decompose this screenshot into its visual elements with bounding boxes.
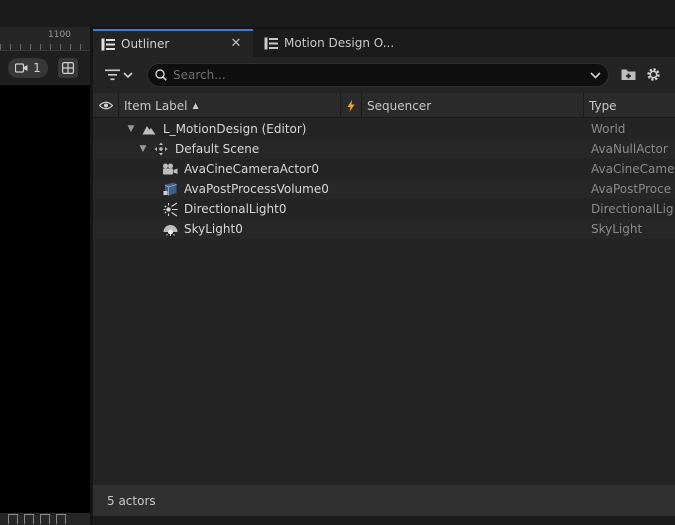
row-label: SkyLight0 bbox=[184, 222, 243, 236]
tab-outliner-label: Outliner bbox=[121, 37, 170, 51]
item-label-column-header[interactable]: Item Label ▲ bbox=[119, 93, 341, 118]
row-label: L_MotionDesign (Editor) bbox=[163, 122, 307, 136]
filter-icon bbox=[105, 69, 120, 81]
lightning-icon bbox=[347, 99, 355, 112]
row-label-wrap: AvaCineCameraActor0 bbox=[161, 159, 319, 179]
row-label-wrap: SkyLight0 bbox=[161, 219, 243, 239]
eye-icon bbox=[98, 101, 113, 110]
type-column-header[interactable]: Type bbox=[584, 93, 675, 118]
chevron-down-icon[interactable] bbox=[590, 71, 601, 79]
sequencer-column-header[interactable]: Sequencer bbox=[362, 93, 584, 118]
table-row[interactable]: DirectionalLight0 DirectionalLig bbox=[93, 199, 675, 219]
grid-layout-icon bbox=[62, 62, 74, 74]
table-row[interactable]: SkyLight0 SkyLight bbox=[93, 219, 675, 239]
row-label: AvaCineCameraActor0 bbox=[184, 162, 319, 176]
item-label-header-text: Item Label bbox=[124, 98, 188, 113]
panel-bottom-strip bbox=[93, 516, 675, 525]
row-label: AvaPostProcessVolume0 bbox=[184, 182, 329, 196]
status-bar: 5 actors bbox=[93, 485, 675, 516]
tab-outliner[interactable]: Outliner ✕ bbox=[93, 29, 253, 57]
tab-bar: Outliner ✕ Motion Design O... bbox=[93, 29, 675, 57]
frame-icon[interactable] bbox=[40, 514, 50, 524]
outliner-icon bbox=[264, 37, 278, 49]
ruler-label: 1100 bbox=[48, 30, 71, 40]
timeline-ruler[interactable]: 1100 bbox=[0, 27, 90, 51]
tab-motion-design-outliner[interactable]: Motion Design O... bbox=[256, 29, 396, 57]
camera-count: 1 bbox=[33, 61, 41, 75]
column-header: Item Label ▲ Sequencer Type bbox=[93, 93, 675, 118]
top-toolbar-strip bbox=[0, 0, 675, 27]
directional-light-icon bbox=[161, 199, 179, 219]
search-row bbox=[93, 57, 675, 93]
row-label-wrap: ▼ Default Scene bbox=[137, 139, 260, 159]
gear-icon[interactable] bbox=[646, 67, 661, 82]
row-type: SkyLight bbox=[591, 222, 643, 236]
close-icon[interactable] bbox=[24, 514, 34, 524]
chevron-down-icon bbox=[123, 71, 133, 78]
list-icon[interactable] bbox=[56, 514, 66, 524]
camera-icon bbox=[15, 63, 28, 73]
row-label: DirectionalLight0 bbox=[184, 202, 287, 216]
actor-count: 5 actors bbox=[107, 493, 156, 508]
viewport-bottom-bar bbox=[0, 513, 90, 525]
null-actor-icon bbox=[152, 139, 170, 159]
search-input[interactable] bbox=[173, 68, 590, 82]
outliner-icon bbox=[101, 38, 115, 50]
visibility-column-header[interactable] bbox=[93, 93, 119, 118]
search-box[interactable] bbox=[147, 63, 609, 87]
expand-arrow-icon[interactable]: ▼ bbox=[137, 139, 149, 159]
cine-camera-icon bbox=[161, 159, 179, 179]
close-tab-icon[interactable]: ✕ bbox=[229, 37, 243, 51]
row-label-wrap: ▼ L_MotionDesign (Editor) bbox=[125, 119, 307, 139]
viewport-layout-button[interactable] bbox=[58, 58, 78, 78]
type-header-text: Type bbox=[589, 98, 617, 113]
tab-motion-design-label: Motion Design O... bbox=[284, 36, 395, 50]
filter-button[interactable] bbox=[105, 67, 139, 83]
ruler-ticks bbox=[0, 44, 90, 50]
row-type: DirectionalLig bbox=[591, 202, 674, 216]
row-label: Default Scene bbox=[175, 142, 260, 156]
row-type: AvaNullActor bbox=[591, 142, 668, 156]
outliner-tree: ▼ L_MotionDesign (Editor) World ▼ Defaul… bbox=[93, 119, 675, 239]
row-type: World bbox=[591, 122, 626, 136]
level-icon bbox=[140, 119, 158, 139]
search-icon bbox=[155, 69, 167, 81]
row-label-wrap: AvaPostProcessVolume0 bbox=[161, 179, 329, 199]
add-folder-icon[interactable] bbox=[621, 68, 636, 81]
table-row[interactable]: ▼ Default Scene AvaNullActor bbox=[93, 139, 675, 159]
link-icon[interactable] bbox=[8, 514, 18, 524]
post-process-icon bbox=[161, 179, 179, 199]
row-type: AvaPostProce bbox=[591, 182, 672, 196]
table-row[interactable]: AvaPostProcessVolume0 AvaPostProce bbox=[93, 179, 675, 199]
viewport-toolbar: 1 bbox=[0, 51, 90, 85]
pin-column-header[interactable] bbox=[341, 93, 362, 118]
sort-ascending-icon: ▲ bbox=[192, 101, 199, 110]
sequencer-header-text: Sequencer bbox=[367, 98, 432, 113]
camera-count-button[interactable]: 1 bbox=[8, 58, 48, 78]
outliner-panel: Outliner ✕ Motion Design O... Search... … bbox=[93, 29, 675, 525]
row-label-wrap: DirectionalLight0 bbox=[161, 199, 286, 219]
table-row[interactable]: AvaCineCameraActor0 AvaCineCame bbox=[93, 159, 675, 179]
row-type: AvaCineCame bbox=[591, 162, 675, 176]
sky-light-icon bbox=[161, 219, 179, 239]
expand-arrow-icon[interactable]: ▼ bbox=[125, 119, 137, 139]
viewport-panel[interactable]: 1100 1 bbox=[0, 27, 90, 525]
table-row[interactable]: ▼ L_MotionDesign (Editor) World bbox=[93, 119, 675, 139]
